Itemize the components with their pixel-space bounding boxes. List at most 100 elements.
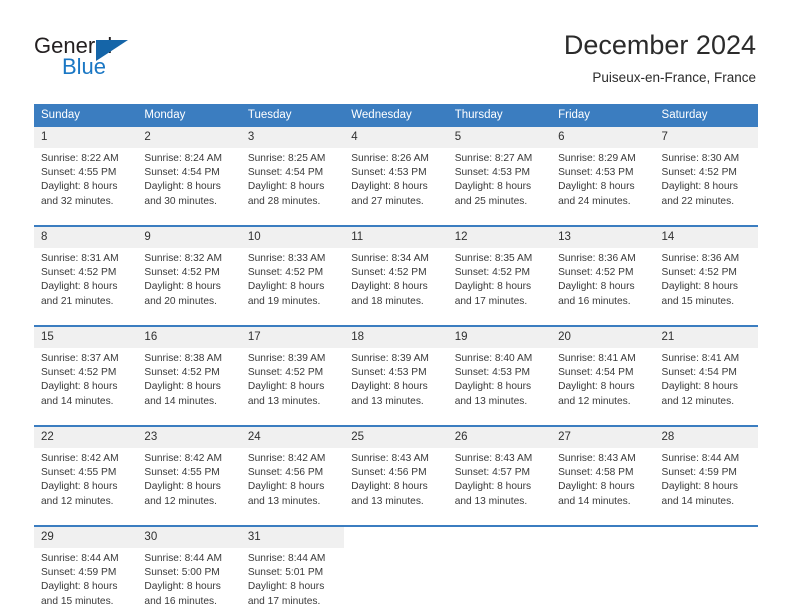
day-cell[interactable]: 22 Sunrise: 8:42 AM Sunset: 4:55 PM Dayli… — [34, 426, 138, 515]
day-cell[interactable]: 1 Sunrise: 8:22 AM Sunset: 4:55 PM Daylig… — [34, 127, 138, 215]
day-cell[interactable]: 4 Sunrise: 8:26 AM Sunset: 4:53 PM Daylig… — [344, 127, 448, 215]
day-details: Sunrise: 8:40 AM Sunset: 4:53 PM Dayligh… — [454, 353, 533, 407]
day-details: Sunrise: 8:42 AM Sunset: 4:55 PM Dayligh… — [144, 453, 223, 507]
day-number: 26 — [447, 427, 552, 448]
logo-text-blue: Blue — [62, 54, 107, 79]
day-number: 13 — [551, 227, 655, 248]
day-cell[interactable]: 10 Sunrise: 8:33 AM Sunset: 4:52 PM Dayli… — [240, 226, 345, 315]
day-number: 2 — [137, 127, 241, 148]
day-details: Sunrise: 8:30 AM Sunset: 4:52 PM Dayligh… — [661, 153, 740, 207]
calendar-week-row: 22 Sunrise: 8:42 AM Sunset: 4:55 PM Dayli… — [34, 426, 758, 515]
day-cell[interactable]: 3 Sunrise: 8:25 AM Sunset: 4:54 PM Daylig… — [240, 127, 345, 215]
day-cell[interactable]: 5 Sunrise: 8:27 AM Sunset: 4:53 PM Daylig… — [447, 127, 552, 215]
day-details — [655, 548, 758, 552]
day-number: 23 — [137, 427, 241, 448]
weekday-header-tuesday: Tuesday — [240, 104, 345, 127]
day-cell[interactable]: 2 Sunrise: 8:24 AM Sunset: 4:54 PM Daylig… — [137, 127, 241, 215]
day-number: 15 — [34, 327, 138, 348]
calendar-header-row: Sunday Monday Tuesday Wednesday Thursday… — [34, 104, 758, 127]
day-details: Sunrise: 8:34 AM Sunset: 4:52 PM Dayligh… — [351, 253, 429, 307]
weekday-header-sunday: Sunday — [34, 104, 138, 127]
day-cell[interactable]: 7 Sunrise: 8:30 AM Sunset: 4:52 PM Daylig… — [654, 127, 758, 215]
day-number: 18 — [344, 327, 448, 348]
day-cell[interactable]: 21 Sunrise: 8:41 AM Sunset: 4:54 PM Dayli… — [654, 326, 758, 415]
page-title: December 2024 — [563, 30, 756, 60]
day-cell-empty — [447, 526, 552, 615]
day-number: 16 — [137, 327, 241, 348]
weekday-header-monday: Monday — [137, 104, 241, 127]
day-details: Sunrise: 8:24 AM Sunset: 4:54 PM Dayligh… — [144, 153, 223, 207]
day-cell[interactable]: 11 Sunrise: 8:34 AM Sunset: 4:52 PM Dayli… — [344, 226, 448, 315]
calendar-week-row: 29 Sunrise: 8:44 AM Sunset: 4:59 PM Dayli… — [34, 526, 758, 615]
day-cell[interactable]: 20 Sunrise: 8:41 AM Sunset: 4:54 PM Dayli… — [551, 326, 655, 415]
day-details: Sunrise: 8:39 AM Sunset: 4:53 PM Dayligh… — [351, 353, 429, 407]
day-number: 6 — [551, 127, 655, 148]
day-details: Sunrise: 8:41 AM Sunset: 4:54 PM Dayligh… — [661, 353, 740, 407]
day-cell[interactable]: 18 Sunrise: 8:39 AM Sunset: 4:53 PM Dayli… — [344, 326, 448, 415]
day-details: Sunrise: 8:44 AM Sunset: 4:59 PM Dayligh… — [41, 553, 119, 607]
day-number: 19 — [447, 327, 552, 348]
day-cell[interactable]: 23 Sunrise: 8:42 AM Sunset: 4:55 PM Dayli… — [137, 426, 241, 515]
day-cell[interactable]: 19 Sunrise: 8:40 AM Sunset: 4:53 PM Dayli… — [447, 326, 552, 415]
day-number: 28 — [654, 427, 758, 448]
day-cell[interactable]: 27 Sunrise: 8:43 AM Sunset: 4:58 PM Dayli… — [551, 426, 655, 515]
day-cell[interactable]: 24 Sunrise: 8:42 AM Sunset: 4:56 PM Dayli… — [240, 426, 345, 515]
day-number: 4 — [344, 127, 448, 148]
page-header: General Blue December 2024 Puiseux-en-Fr… — [0, 0, 792, 100]
day-number: 5 — [447, 127, 552, 148]
day-number: 30 — [137, 527, 241, 548]
day-number: 25 — [344, 427, 448, 448]
day-number: 29 — [34, 527, 138, 548]
weekday-header-wednesday: Wednesday — [344, 104, 448, 127]
day-cell[interactable]: 17 Sunrise: 8:39 AM Sunset: 4:52 PM Dayli… — [240, 326, 345, 415]
day-cell[interactable]: 13 Sunrise: 8:36 AM Sunset: 4:52 PM Dayli… — [551, 226, 655, 315]
day-details: Sunrise: 8:31 AM Sunset: 4:52 PM Dayligh… — [41, 253, 119, 307]
calendar-week-row: 8 Sunrise: 8:31 AM Sunset: 4:52 PM Daylig… — [34, 226, 758, 315]
calendar-page: General Blue December 2024 Puiseux-en-Fr… — [0, 0, 792, 612]
day-details: Sunrise: 8:33 AM Sunset: 4:52 PM Dayligh… — [247, 253, 326, 307]
day-details — [448, 548, 551, 552]
day-number: 12 — [447, 227, 552, 248]
weekday-header-thursday: Thursday — [447, 104, 552, 127]
day-details — [551, 548, 654, 552]
day-details: Sunrise: 8:42 AM Sunset: 4:55 PM Dayligh… — [41, 453, 119, 507]
day-cell[interactable]: 9 Sunrise: 8:32 AM Sunset: 4:52 PM Daylig… — [137, 226, 241, 315]
day-details: Sunrise: 8:42 AM Sunset: 4:56 PM Dayligh… — [247, 453, 326, 507]
day-details: Sunrise: 8:43 AM Sunset: 4:58 PM Dayligh… — [558, 453, 636, 507]
day-number: 1 — [34, 127, 138, 148]
day-details: Sunrise: 8:32 AM Sunset: 4:52 PM Dayligh… — [144, 253, 223, 307]
day-number — [344, 527, 448, 548]
day-number: 9 — [137, 227, 241, 248]
day-cell[interactable]: 12 Sunrise: 8:35 AM Sunset: 4:52 PM Dayli… — [447, 226, 552, 315]
week-separator — [34, 415, 758, 427]
day-number: 11 — [344, 227, 448, 248]
day-cell[interactable]: 29 Sunrise: 8:44 AM Sunset: 4:59 PM Dayli… — [34, 526, 138, 615]
day-number: 21 — [654, 327, 758, 348]
calendar-week-row: 15 Sunrise: 8:37 AM Sunset: 4:52 PM Dayli… — [34, 326, 758, 415]
day-number: 10 — [240, 227, 345, 248]
day-cell[interactable]: 8 Sunrise: 8:31 AM Sunset: 4:52 PM Daylig… — [34, 226, 138, 315]
day-cell[interactable]: 28 Sunrise: 8:44 AM Sunset: 4:59 PM Dayli… — [654, 426, 758, 515]
day-cell-empty — [344, 526, 448, 615]
day-details: Sunrise: 8:43 AM Sunset: 4:57 PM Dayligh… — [454, 453, 533, 507]
week-separator — [34, 315, 758, 327]
day-cell[interactable]: 15 Sunrise: 8:37 AM Sunset: 4:52 PM Dayli… — [34, 326, 138, 415]
title-block: December 2024 Puiseux-en-France, France — [564, 28, 756, 86]
day-cell[interactable]: 31 Sunrise: 8:44 AM Sunset: 5:01 PM Dayli… — [240, 526, 345, 615]
day-cell[interactable]: 14 Sunrise: 8:36 AM Sunset: 4:52 PM Dayli… — [654, 226, 758, 315]
weekday-header-friday: Friday — [551, 104, 655, 127]
week-separator — [34, 515, 758, 527]
day-cell[interactable]: 26 Sunrise: 8:43 AM Sunset: 4:57 PM Dayli… — [447, 426, 552, 515]
day-cell[interactable]: 25 Sunrise: 8:43 AM Sunset: 4:56 PM Dayli… — [344, 426, 448, 515]
day-details — [344, 548, 447, 552]
day-cell-empty — [654, 526, 758, 615]
day-details: Sunrise: 8:43 AM Sunset: 4:56 PM Dayligh… — [351, 453, 429, 507]
day-details: Sunrise: 8:26 AM Sunset: 4:53 PM Dayligh… — [351, 153, 429, 207]
day-cell[interactable]: 16 Sunrise: 8:38 AM Sunset: 4:52 PM Dayli… — [137, 326, 241, 415]
day-cell[interactable]: 6 Sunrise: 8:29 AM Sunset: 4:53 PM Daylig… — [551, 127, 655, 215]
day-details: Sunrise: 8:29 AM Sunset: 4:53 PM Dayligh… — [558, 153, 636, 207]
day-cell[interactable]: 30 Sunrise: 8:44 AM Sunset: 5:00 PM Dayli… — [137, 526, 241, 615]
day-details: Sunrise: 8:37 AM Sunset: 4:52 PM Dayligh… — [41, 353, 119, 407]
day-details: Sunrise: 8:22 AM Sunset: 4:55 PM Dayligh… — [41, 153, 119, 207]
day-details: Sunrise: 8:38 AM Sunset: 4:52 PM Dayligh… — [144, 353, 223, 407]
